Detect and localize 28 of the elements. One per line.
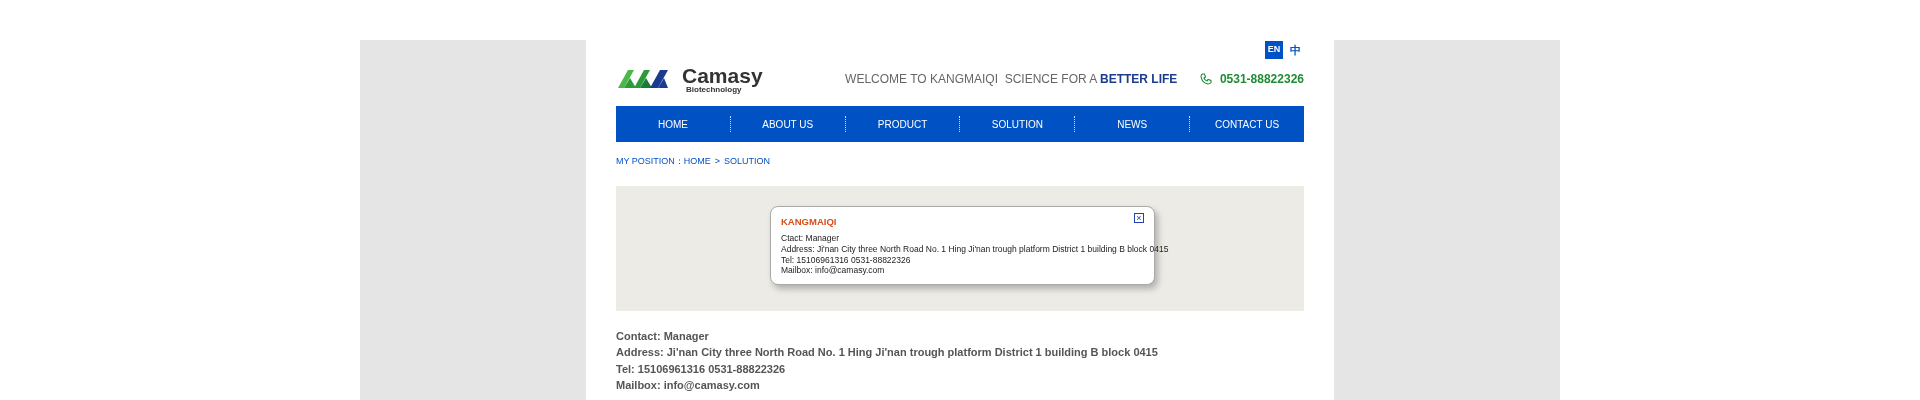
map-placeholder[interactable]: KANGMAIQI × Ctact: Manager Address: Ji'nan City three North Road No. 1 Hing Ji'nan trough platform District 1 building B block 0415 Tel: 15106961316 0531-88822326 Mailbox: info@camasy.com	[616, 186, 1304, 311]
phone-number: 0531-88822326	[1219, 71, 1304, 88]
nav-link[interactable]: CONTACT US	[1190, 116, 1304, 132]
breadcrumb-link[interactable]: HOME	[683, 156, 711, 167]
language-button[interactable]: 中	[1286, 41, 1304, 59]
contact-text: Tel: 15106961316 0531-88822326	[616, 361, 787, 377]
logo-name: Camasy	[682, 64, 763, 86]
contact-text: Mailbox: info@camasy.com	[616, 377, 761, 393]
popup-text: Tel: 15106961316 0531-88822326	[781, 254, 911, 266]
nav-link[interactable]: NEWS	[1075, 116, 1190, 132]
nav-link[interactable]: PRODUCT	[845, 116, 960, 132]
nav-link[interactable]: SOLUTION	[960, 116, 1075, 132]
popup-text: Ctact: Manager	[781, 233, 840, 244]
breadcrumb-link[interactable]: SOLUTION	[724, 156, 771, 167]
breadcrumb-label: MY POSITION：	[616, 156, 684, 167]
close-button[interactable]: ×	[1134, 213, 1144, 223]
nav-link[interactable]: HOME	[616, 116, 730, 132]
nav-link[interactable]: ABOUT US	[730, 116, 845, 132]
breadcrumb-separator: >	[714, 156, 721, 167]
logo-subtitle: Biotechnology	[686, 85, 742, 94]
popup-text: Address: Ji'nan City three North Road No. 1 Hing Ji'nan trough platform District 1 building B block 0415	[781, 243, 1169, 255]
contact-text: Contact: Manager	[616, 329, 710, 344]
popup-text: Mailbox: info@camasy.com	[781, 265, 885, 276]
popup-title: KANGMAIQI	[781, 215, 837, 229]
language-button[interactable]: EN	[1265, 41, 1283, 59]
phone-icon	[1199, 73, 1212, 85]
slogan-text: WELCOME TO KANGMAIQI SCIENCE FOR A BETTER LIFE	[844, 71, 1179, 88]
contact-text: Address: Ji'nan City three North Road No. 1 Hing Ji'nan trough platform District 1 building B block 0415	[616, 345, 1159, 361]
